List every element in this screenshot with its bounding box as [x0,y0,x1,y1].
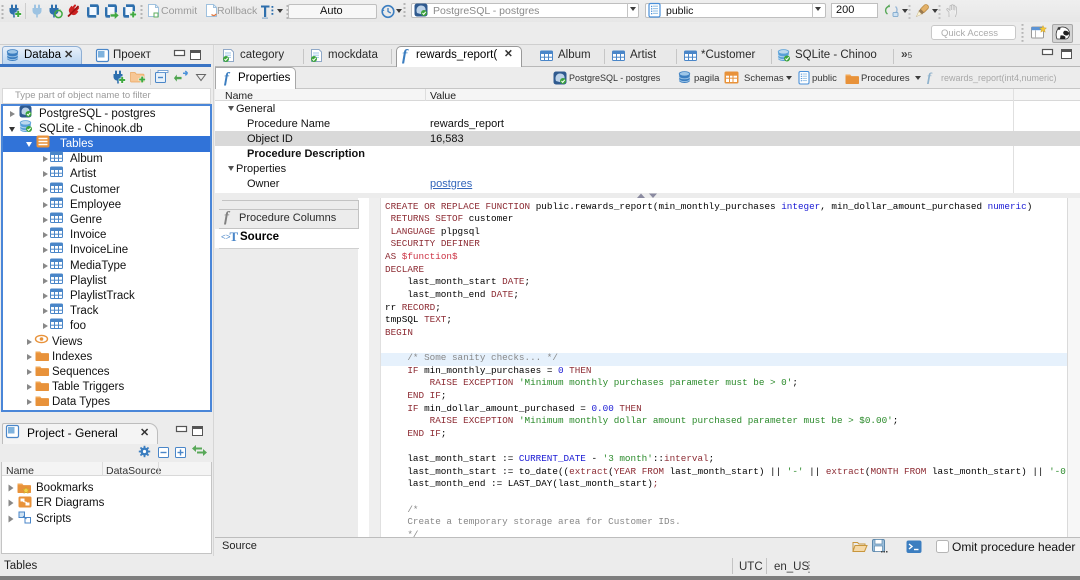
svg-text:f: f [224,209,231,225]
svg-text:f: f [224,70,231,86]
svg-text:f: f [402,47,409,64]
svg-text:T: T [230,229,239,244]
svg-text:f: f [927,70,933,85]
